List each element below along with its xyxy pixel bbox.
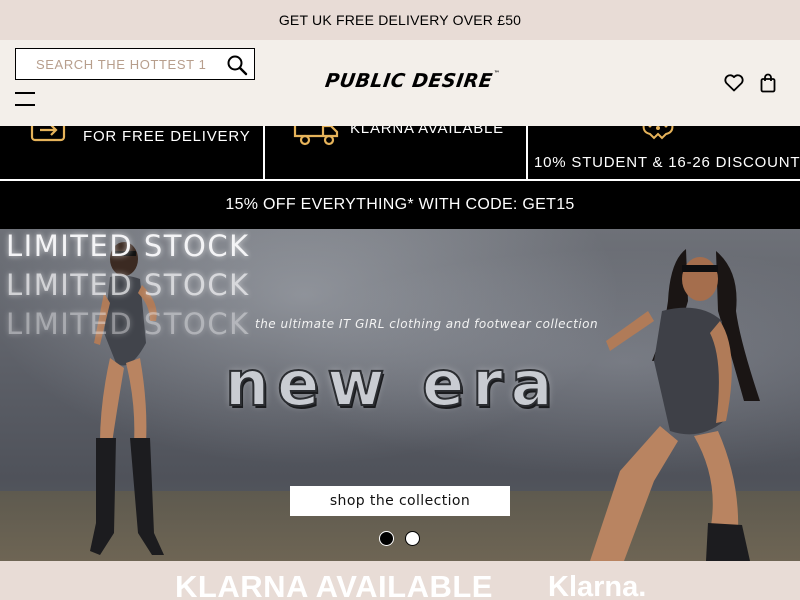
search-icon[interactable] [226, 54, 248, 76]
klarna-banner-text: KLARNA AVAILABLE [175, 569, 493, 600]
usp-strip: FOR FREE DELIVERY KLARNA AVAILABLE 10% S… [0, 126, 800, 179]
search-input[interactable] [16, 50, 216, 78]
carousel-dots [379, 531, 420, 546]
hero-tagline: the ultimate IT GIRL clothing and footwe… [255, 317, 599, 331]
gift-icon [642, 126, 674, 140]
usp-free-delivery[interactable]: FOR FREE DELIVERY [0, 126, 265, 179]
site-logo[interactable]: PUBLIC DESIRE™ [323, 70, 501, 96]
promo-text: 15% OFF EVERYTHING* WITH CODE: GET15 [225, 196, 575, 213]
limited-stock-text: LIMITED STOCK [6, 268, 250, 302]
klarna-banner[interactable]: KLARNA AVAILABLE Klarna. [0, 561, 800, 600]
truck-icon [293, 126, 339, 146]
usp-student-discount[interactable]: 10% STUDENT & 16-26 DISCOUNT [528, 126, 800, 179]
announcement-text: GET UK FREE DELIVERY OVER £50 [278, 12, 522, 28]
site-header: PUBLIC DESIRE™ [0, 40, 800, 126]
bag-icon[interactable] [760, 73, 776, 93]
klarna-logo: Klarna. [548, 571, 647, 600]
announcement-bar[interactable]: GET UK FREE DELIVERY OVER £50 [0, 0, 800, 40]
promo-bar[interactable]: 15% OFF EVERYTHING* WITH CODE: GET15 [0, 181, 800, 229]
heart-icon[interactable] [724, 74, 744, 92]
hero-headline: new era [224, 346, 561, 421]
usp-label: FOR FREE DELIVERY [83, 128, 251, 145]
carousel-dot-2[interactable] [405, 531, 420, 546]
model-figure-right [590, 249, 760, 561]
usp-label: KLARNA AVAILABLE [350, 126, 504, 137]
search-box[interactable] [15, 48, 255, 80]
hero-banner[interactable]: LIMITED STOCK LIMITED STOCK LIMITED STOC… [0, 229, 800, 561]
usp-label: 10% STUDENT & 16-26 DISCOUNT [534, 154, 800, 171]
carousel-dot-1[interactable] [379, 531, 394, 546]
limited-stock-text: LIMITED STOCK [6, 229, 250, 263]
shop-collection-button[interactable]: shop the collection [290, 486, 510, 516]
delivery-return-icon [30, 126, 66, 142]
usp-klarna[interactable]: KLARNA AVAILABLE [265, 126, 528, 179]
logo-text: PUBLIC DESIRE [323, 70, 495, 92]
menu-icon[interactable] [15, 92, 35, 106]
limited-stock-text: LIMITED STOCK [6, 307, 250, 341]
